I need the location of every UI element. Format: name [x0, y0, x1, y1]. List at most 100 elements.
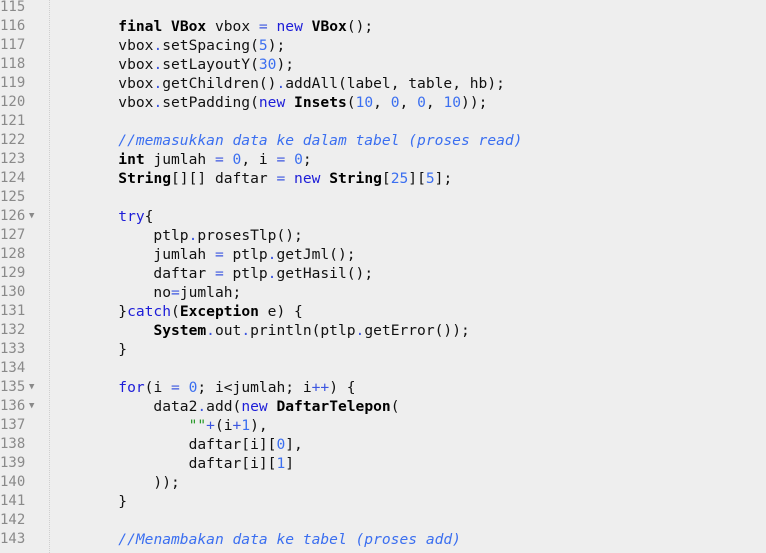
- code-line[interactable]: 127 ptlp.prosesTlp();: [0, 226, 766, 245]
- code-line[interactable]: 137 ""+(i+1),: [0, 416, 766, 435]
- code-line[interactable]: 130 no=jumlah;: [0, 283, 766, 302]
- code-string: "": [188, 417, 207, 434]
- code-line[interactable]: 115: [0, 0, 766, 17]
- code-line[interactable]: 138 daftar[i][0],: [0, 435, 766, 454]
- fold-toggle-icon[interactable]: ▼: [29, 378, 34, 397]
- code-text: data2: [48, 398, 198, 415]
- code-operator: .: [153, 56, 163, 73]
- code-text: daftar: [48, 265, 215, 282]
- code-line[interactable]: 119 vbox.getChildren().addAll(label, tab…: [0, 74, 766, 93]
- code-content: try{: [48, 207, 153, 226]
- code-text: ();: [346, 18, 374, 35]
- fold-toggle-icon[interactable]: ▼: [29, 207, 34, 226]
- code-operator: .: [153, 75, 163, 92]
- code-content: no=jumlah;: [48, 283, 241, 302]
- code-number: 10: [443, 94, 462, 111]
- code-text: setPadding(: [162, 94, 259, 111]
- code-keyword: new: [258, 94, 286, 111]
- code-line[interactable]: 135 ▼ for(i = 0; i<jumlah; i++) {: [0, 378, 766, 397]
- code-text: vbox: [48, 56, 154, 73]
- code-number: 0: [417, 94, 426, 111]
- code-content: daftar[i][0],: [48, 435, 303, 454]
- code-content: System.out.println(ptlp.getError());: [48, 321, 470, 340]
- code-line[interactable]: 116 final VBox vbox = new VBox();: [0, 17, 766, 36]
- code-text: ]: [285, 455, 295, 472]
- code-line[interactable]: 122 //memasukkan data ke dalam tabel (pr…: [0, 131, 766, 150]
- code-line[interactable]: 141 }: [0, 492, 766, 511]
- code-content: for(i = 0; i<jumlah; i++) {: [48, 378, 355, 397]
- code-line[interactable]: 118 vbox.setLayoutY(30);: [0, 55, 766, 74]
- code-number: 0: [276, 436, 286, 453]
- code-text: vbox: [48, 37, 154, 54]
- code-keyword: try: [118, 208, 145, 225]
- code-operator: =: [214, 151, 224, 168]
- code-line[interactable]: 120 vbox.setPadding(new Insets(10, 0, 0,…: [0, 93, 766, 112]
- code-line[interactable]: 143 //Menambakan data ke tabel (proses a…: [0, 530, 766, 549]
- code-operator: =: [258, 18, 268, 35]
- code-text: (i: [144, 379, 172, 396]
- code-editor[interactable]: 115 116 final VBox vbox = new VBox(); 117 …: [0, 0, 766, 549]
- fold-toggle-icon[interactable]: ▼: [29, 397, 34, 416]
- code-type: int: [118, 151, 145, 168]
- code-line[interactable]: 136 ▼ data2.add(new DaftarTelepon(: [0, 397, 766, 416]
- code-content: vbox.getChildren().addAll(label, table, …: [48, 74, 505, 93]
- code-line[interactable]: 129 daftar = ptlp.getHasil();: [0, 264, 766, 283]
- line-number: 135: [0, 379, 26, 395]
- code-line[interactable]: 121: [0, 112, 766, 131]
- code-type: Insets: [294, 94, 347, 111]
- code-line[interactable]: 134: [0, 359, 766, 378]
- code-content: data2.add(new DaftarTelepon(: [48, 397, 399, 416]
- code-text: e) {: [258, 303, 303, 320]
- code-text: getHasil();: [276, 265, 374, 282]
- code-line[interactable]: 142: [0, 511, 766, 530]
- code-line[interactable]: 125: [0, 188, 766, 207]
- code-line[interactable]: 140 ));: [0, 473, 766, 492]
- code-line[interactable]: 132 System.out.println(ptlp.getError());: [0, 321, 766, 340]
- code-line[interactable]: 126 ▼ try{: [0, 207, 766, 226]
- line-number: 131: [0, 303, 26, 319]
- code-line[interactable]: 117 vbox.setSpacing(5);: [0, 36, 766, 55]
- code-keyword: new: [294, 170, 321, 187]
- code-line[interactable]: 123 int jumlah = 0, i = 0;: [0, 150, 766, 169]
- code-text: daftar[i][: [48, 455, 277, 472]
- code-operator: .: [276, 75, 286, 92]
- code-keyword: new: [241, 398, 268, 415]
- code-operator: .: [206, 322, 215, 339]
- code-text: vbox: [48, 75, 154, 92]
- code-operator: =: [214, 246, 224, 263]
- code-operator: =: [214, 265, 224, 282]
- code-content: vbox.setSpacing(5);: [48, 36, 285, 55]
- code-text: getError());: [364, 322, 470, 339]
- line-number: 128: [0, 246, 26, 262]
- code-content: jumlah = ptlp.getJml();: [48, 245, 355, 264]
- line-number: 133: [0, 341, 26, 357]
- line-number: 142: [0, 512, 26, 528]
- code-line[interactable]: 131 }catch(Exception e) {: [0, 302, 766, 321]
- code-text: addAll(label, table, hb);: [285, 75, 505, 92]
- line-number: 132: [0, 322, 26, 338]
- code-text: );: [267, 37, 286, 54]
- line-number: 117: [0, 37, 26, 53]
- code-number: 1: [241, 417, 251, 434]
- line-number: 134: [0, 360, 26, 376]
- code-line[interactable]: 128 jumlah = ptlp.getJml();: [0, 245, 766, 264]
- code-line[interactable]: 124 String[][] daftar = new String[25][5…: [0, 169, 766, 188]
- code-text: prosesTlp();: [197, 227, 303, 244]
- code-content: String[][] daftar = new String[25][5];: [48, 169, 452, 188]
- code-text: (: [171, 303, 180, 320]
- code-line[interactable]: 133 }: [0, 340, 766, 359]
- code-operator: .: [153, 94, 163, 111]
- line-number: 137: [0, 417, 26, 433]
- code-keyword: for: [118, 379, 145, 396]
- line-number: 126: [0, 208, 26, 224]
- code-line[interactable]: 139 daftar[i][1]: [0, 454, 766, 473]
- code-content: vbox.setLayoutY(30);: [48, 55, 294, 74]
